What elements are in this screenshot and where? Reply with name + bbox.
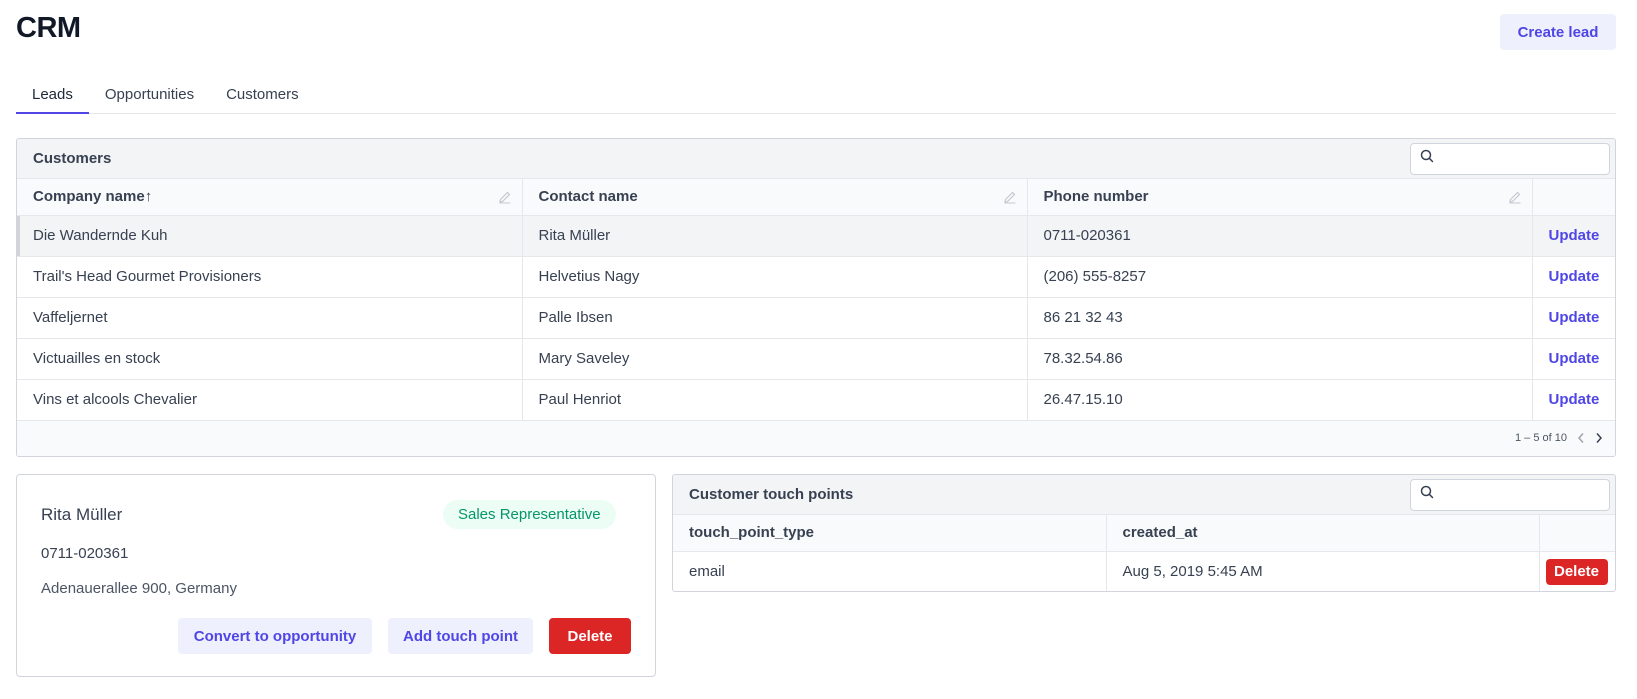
update-button[interactable]: Update (1549, 309, 1600, 326)
cell-phone: (206) 555-8257 (1027, 256, 1533, 298)
customers-panel-header: Customers (17, 139, 1615, 179)
cell-phone: 26.47.15.10 (1027, 379, 1533, 421)
touch-points-search-input[interactable] (1440, 480, 1615, 509)
convert-to-opportunity-button[interactable]: Convert to opportunity (178, 618, 372, 654)
customers-search[interactable] (1410, 142, 1615, 175)
column-header-phone[interactable]: Phone number (1027, 179, 1533, 216)
cell-company: Trail's Head Gourmet Provisioners (17, 256, 523, 298)
cell-action: Update (1532, 338, 1615, 380)
table-row[interactable]: email Aug 5, 2019 5:45 AM Delete (673, 551, 1615, 591)
column-header-created-at[interactable]: created_at (1106, 515, 1540, 552)
cell-company: Vins et alcools Chevalier (17, 379, 523, 421)
cell-phone: 78.32.54.86 (1027, 338, 1533, 380)
touch-points-panel-header: Customer touch points (673, 475, 1615, 515)
customers-panel: Customers Company name↑ Contact name Pho (16, 138, 1616, 457)
tab-bar: Leads Opportunities Customers (16, 72, 1616, 114)
cell-action: Update (1532, 215, 1615, 257)
cell-phone: 86 21 32 43 (1027, 297, 1533, 339)
add-touch-point-button[interactable]: Add touch point (388, 618, 533, 654)
cell-contact: Palle Ibsen (522, 297, 1028, 339)
cell-action: Update (1532, 379, 1615, 421)
column-header-actions (1532, 179, 1615, 216)
cell-action: Update (1532, 256, 1615, 298)
touch-points-table-header: touch_point_type created_at (673, 515, 1615, 552)
update-button[interactable]: Update (1549, 268, 1600, 285)
update-button[interactable]: Update (1549, 391, 1600, 408)
customer-detail-card: Rita Müller Sales Representative 0711-02… (16, 474, 656, 677)
detail-phone: 0711-020361 (41, 545, 129, 562)
cell-action: Delete (1539, 551, 1615, 591)
table-row[interactable]: Victuailles en stock Mary Saveley 78.32.… (17, 338, 1615, 380)
role-badge: Sales Representative (443, 500, 616, 529)
column-header-touch-point-type[interactable]: touch_point_type (673, 515, 1107, 552)
tab-customers[interactable]: Customers (210, 72, 315, 114)
detail-name: Rita Müller (41, 505, 123, 524)
customers-table-header: Company name↑ Contact name Phone number (17, 179, 1615, 216)
customers-table: Company name↑ Contact name Phone number … (17, 179, 1615, 421)
delete-touch-point-button[interactable]: Delete (1545, 558, 1608, 585)
cell-company: Vaffeljernet (17, 297, 523, 339)
cell-action: Update (1532, 297, 1615, 339)
table-row[interactable]: Vaffeljernet Palle Ibsen 86 21 32 43 Upd… (17, 297, 1615, 339)
tab-leads[interactable]: Leads (16, 72, 89, 114)
pagination-label: 1 – 5 of 10 (1515, 432, 1567, 444)
create-lead-button[interactable]: Create lead (1500, 14, 1616, 50)
column-header-company[interactable]: Company name↑ (17, 179, 523, 216)
column-header-contact[interactable]: Contact name (522, 179, 1028, 216)
cell-created-at: Aug 5, 2019 5:45 AM (1106, 551, 1540, 591)
touch-points-panel-title: Customer touch points (689, 486, 854, 503)
cell-phone: 0711-020361 (1027, 215, 1533, 257)
cell-company: Victuailles en stock (17, 338, 523, 380)
page-title: CRM (16, 12, 81, 44)
update-button[interactable]: Update (1549, 350, 1600, 367)
search-icon (1420, 485, 1434, 504)
cell-touch-point-type: email (673, 551, 1107, 591)
cell-contact: Mary Saveley (522, 338, 1028, 380)
touch-points-table: touch_point_type created_at email Aug 5,… (673, 515, 1615, 591)
cell-contact: Paul Henriot (522, 379, 1028, 421)
table-row[interactable]: Die Wandernde Kuh Rita Müller 0711-02036… (17, 215, 1615, 257)
tab-opportunities[interactable]: Opportunities (89, 72, 210, 114)
sort-ascending-icon[interactable]: ↑ (145, 188, 153, 205)
customers-panel-title: Customers (33, 150, 112, 167)
edit-icon[interactable] (498, 190, 512, 208)
cell-contact: Rita Müller (522, 215, 1028, 257)
chevron-left-icon[interactable] (1577, 432, 1585, 444)
cell-contact: Helvetius Nagy (522, 256, 1028, 298)
touch-points-search[interactable] (1410, 478, 1615, 511)
touch-points-panel: Customer touch points touch_point_type c… (672, 474, 1616, 592)
column-label: Contact name (538, 188, 638, 206)
update-button[interactable]: Update (1549, 227, 1600, 244)
edit-icon[interactable] (1508, 190, 1522, 208)
table-row[interactable]: Trail's Head Gourmet Provisioners Helvet… (17, 256, 1615, 298)
search-icon (1420, 149, 1434, 168)
column-header-actions (1539, 515, 1615, 552)
customers-search-input[interactable] (1440, 144, 1615, 173)
table-row[interactable]: Vins et alcools Chevalier Paul Henriot 2… (17, 379, 1615, 421)
edit-icon[interactable] (1003, 190, 1017, 208)
cell-company: Die Wandernde Kuh (17, 215, 523, 257)
column-label: Phone number (1043, 188, 1149, 206)
column-label: Company name (33, 188, 145, 206)
chevron-right-icon[interactable] (1595, 432, 1603, 444)
detail-address: Adenauerallee 900, Germany (41, 580, 237, 597)
pagination: 1 – 5 of 10 (17, 420, 1615, 456)
delete-customer-button[interactable]: Delete (549, 618, 631, 654)
